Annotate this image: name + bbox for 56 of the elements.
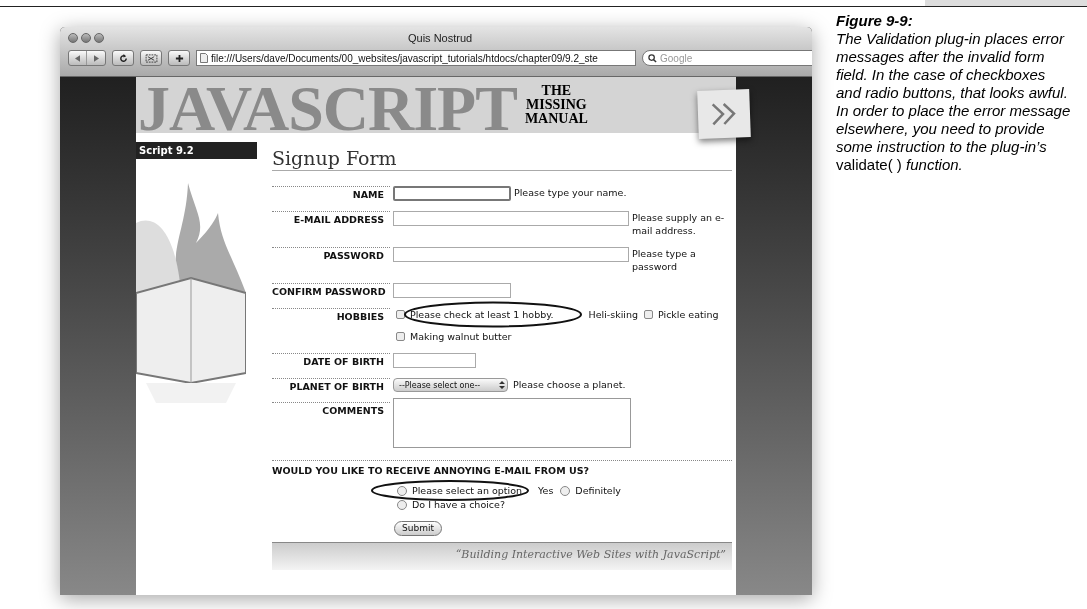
- checkbox-label: Pickle eating: [658, 308, 719, 321]
- field-label: E-MAIL ADDRESS: [293, 214, 384, 225]
- text-field[interactable]: [393, 211, 629, 226]
- stepper-icon: [497, 379, 507, 391]
- error-message: Please select an option: [412, 485, 522, 496]
- field-label: NAME: [352, 189, 384, 200]
- radio-button[interactable]: [397, 500, 407, 510]
- script-label: Script 9.2: [136, 142, 257, 159]
- date-field[interactable]: [393, 353, 476, 368]
- error-message: Please type your name.: [514, 186, 628, 199]
- window-title: Quis Nostrud: [408, 30, 473, 46]
- radio-button[interactable]: [560, 486, 571, 496]
- reload-button[interactable]: [112, 50, 134, 66]
- checkbox[interactable]: [644, 310, 653, 319]
- logo-text: THE MISSING MANUAL: [524, 84, 588, 126]
- error-message: Please check at least 1 hobby.: [410, 308, 554, 321]
- error-message: Please supply an e-mail address.: [632, 211, 726, 237]
- add-bookmark-button[interactable]: [168, 50, 190, 66]
- error-message: Please choose a planet.: [513, 378, 626, 391]
- scissors-icon: [144, 53, 158, 63]
- question-label: WOULD YOU LIKE TO RECEIVE ANNOYING E-MAIL FROM US?: [272, 464, 591, 478]
- planet-select[interactable]: --Please select one--: [393, 378, 508, 392]
- back-arrow-icon: [75, 54, 80, 62]
- address-field[interactable]: file:///Users/dave/Documents/00_websites/javascript_tutorials/htdocs/chapter09/9.2_ste: [196, 50, 636, 66]
- checkbox[interactable]: [396, 332, 405, 341]
- plus-icon: [174, 53, 184, 63]
- field-label: DATE OF BIRTH: [303, 356, 384, 367]
- radio-label: Definitely: [575, 484, 621, 498]
- document-icon: [200, 53, 208, 63]
- comments-field[interactable]: [393, 398, 631, 448]
- field-label: CONFIRM PASSWORD: [272, 286, 386, 297]
- snip-button[interactable]: [140, 50, 162, 66]
- checkbox[interactable]: [396, 310, 405, 319]
- text-field[interactable]: [393, 186, 511, 201]
- error-message: Please type a password: [632, 247, 697, 273]
- radio-label: Do I have a choice?: [412, 498, 505, 512]
- field-label: PLANET OF BIRTH: [289, 381, 384, 392]
- field-label: COMMENTS: [322, 405, 384, 416]
- figure-caption: The Validation plug-in places error messages after the invalid form field. In the case of checkboxes and radio buttons, that looks awful. In order to place the error message elsewhere, you need to provide some instruction to the plug-in’s validate( ) function.: [836, 30, 1072, 174]
- reload-icon: [118, 53, 128, 63]
- search-icon: [648, 53, 657, 63]
- footer-quote: “Building Interactive Web Sites with JavaScript”: [455, 547, 726, 563]
- next-button[interactable]: [697, 89, 751, 139]
- field-label: PASSWORD: [323, 250, 384, 261]
- submit-button[interactable]: Submit: [394, 521, 442, 536]
- figure-title: Figure 9-9:: [836, 12, 914, 30]
- banner-wordmark: JAVASCRIPT: [138, 77, 517, 141]
- radio-label: Yes: [538, 484, 554, 498]
- checkbox-label: Making walnut butter: [410, 330, 512, 343]
- form-heading: Signup Form: [272, 147, 732, 171]
- radio-button[interactable]: [397, 486, 407, 496]
- forward-arrow-icon: [93, 54, 99, 62]
- checkbox-label: Heli-skiing: [588, 308, 638, 321]
- text-field[interactable]: [393, 283, 511, 298]
- field-label: HOBBIES: [336, 311, 384, 322]
- text-field[interactable]: [393, 247, 629, 262]
